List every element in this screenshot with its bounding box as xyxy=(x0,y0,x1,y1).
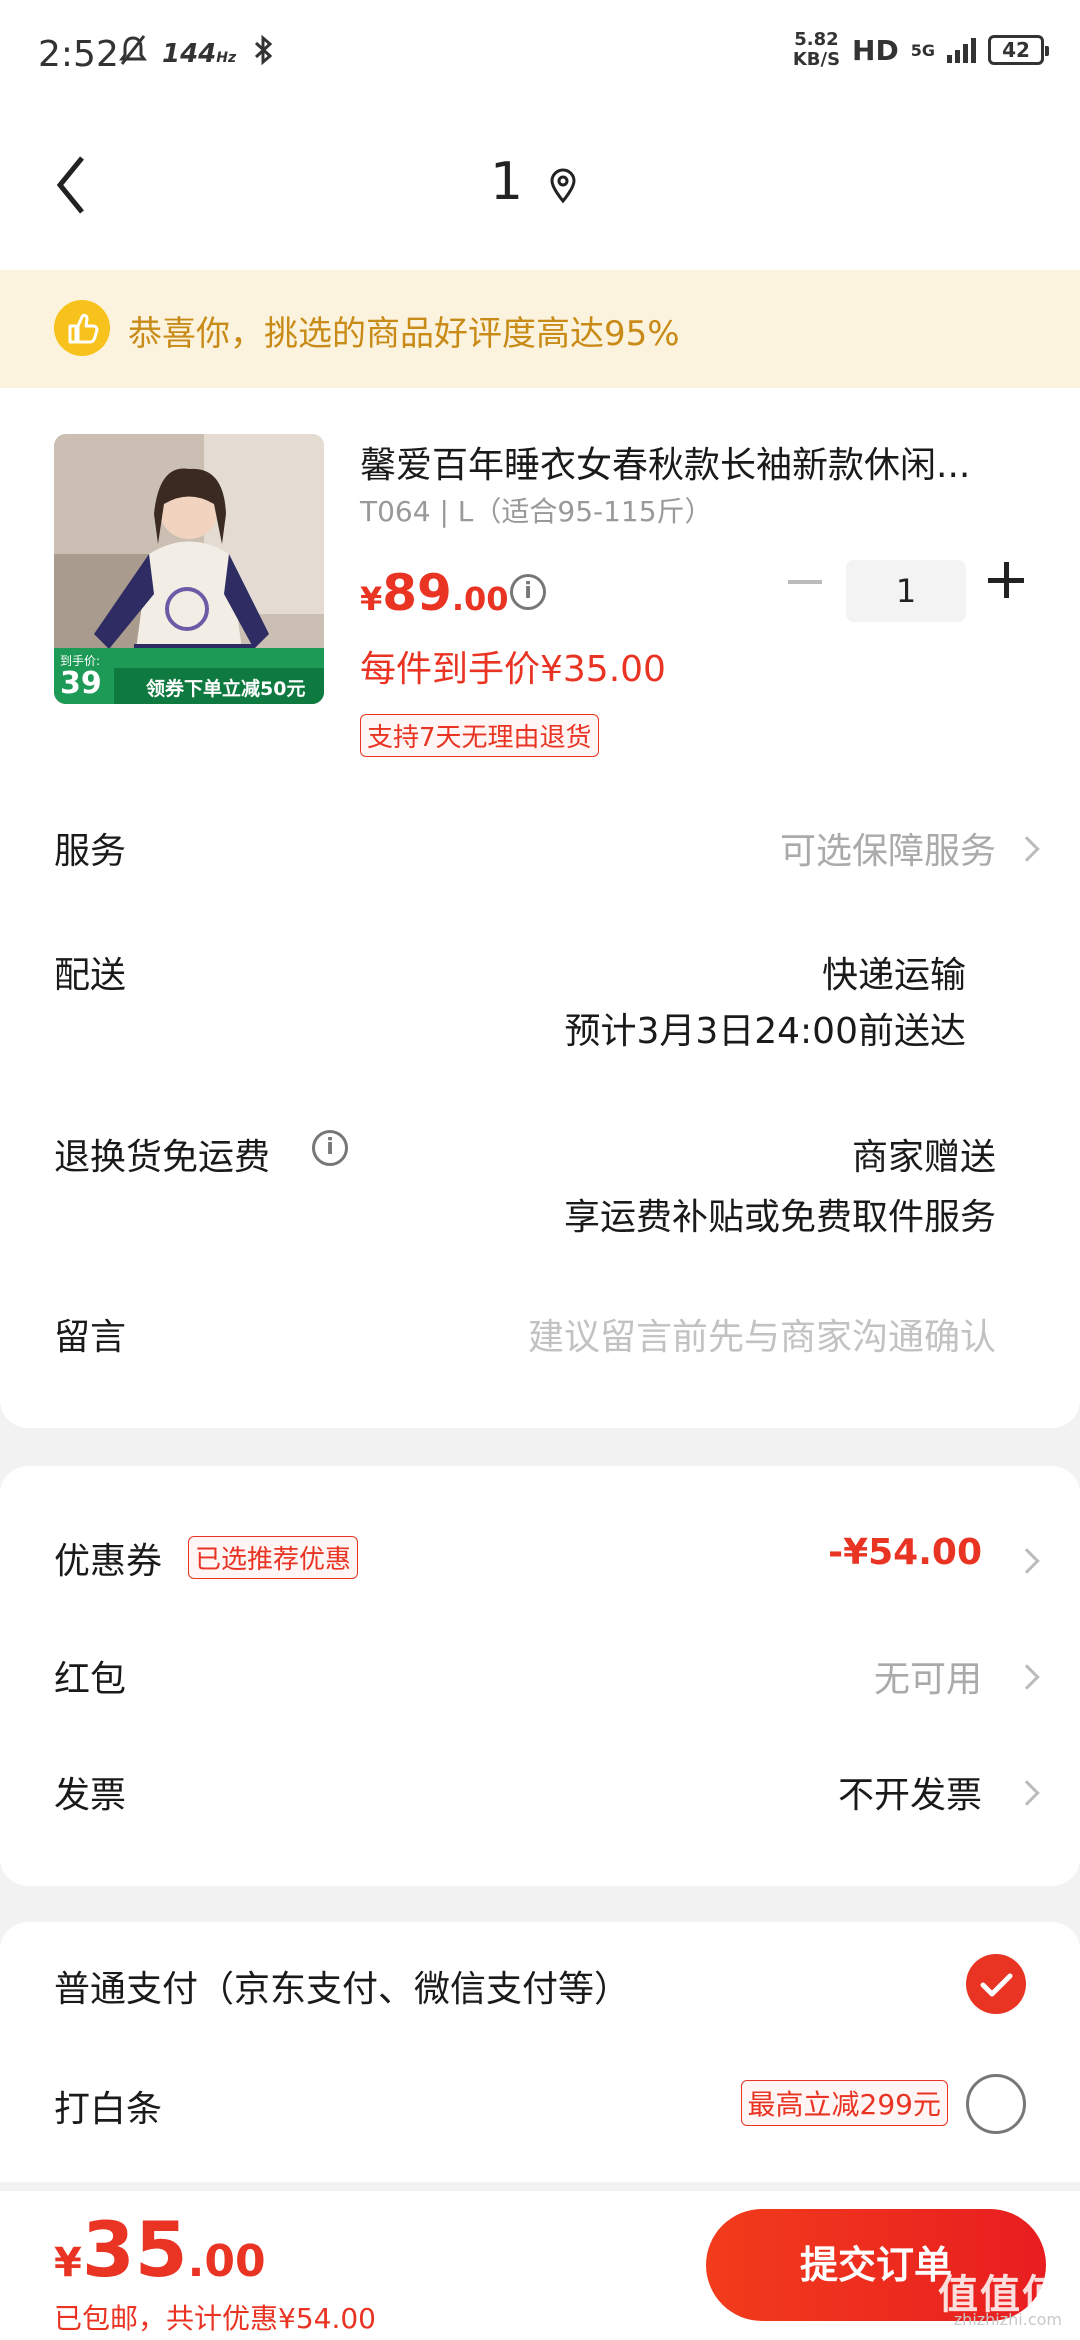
return-policy-badge: 支持7天无理由退货 xyxy=(360,714,599,757)
quantity-decrement-button[interactable] xyxy=(788,580,822,584)
thumbs-up-icon xyxy=(54,300,110,356)
coupon-value: -¥54.00 xyxy=(828,1532,982,1573)
delivery-eta: 预计3月3日24:00前送达 xyxy=(564,1011,966,1052)
coupon-recommend-badge: 已选推荐优惠 xyxy=(188,1536,359,1579)
discount-summary: 已包邮，共计优惠¥54.00 xyxy=(54,2302,376,2335)
signal-icon xyxy=(947,37,976,63)
quantity-increment-button[interactable] xyxy=(988,562,1024,598)
quantity-input[interactable]: 1 xyxy=(846,560,966,622)
status-icons-left: 144Hz xyxy=(118,34,276,74)
rating-banner: 恭喜你，挑选的商品好评度高达95% xyxy=(0,270,1080,388)
hd-indicator: HD xyxy=(852,33,899,67)
invoice-value: 不开发票 xyxy=(837,1775,982,1816)
message-label: 留言 xyxy=(54,1317,127,1358)
network-speed: 5.82 KB/S xyxy=(792,29,841,70)
normal-pay-label: 普通支付（京东支付、微信支付等） xyxy=(54,1969,631,2010)
message-input[interactable]: 建议留言前先与商家沟通确认 xyxy=(528,1308,996,1360)
delivery-label: 配送 xyxy=(54,955,127,996)
chevron-right-icon xyxy=(1014,1548,1040,1574)
red-packet-label: 红包 xyxy=(54,1659,127,1700)
image-badge-promo: 领券下单立减50元 xyxy=(146,678,306,700)
total-price: ¥35.00 xyxy=(54,2205,266,2294)
baitiao-promo-badge: 最高立减299元 xyxy=(740,2080,948,2126)
back-button[interactable] xyxy=(52,150,112,230)
return-shipping-value: 商家赠送 xyxy=(851,1137,996,1178)
order-item-card: 到手价: 39 领券下单立减50元 馨爱百年睡衣女春秋款长袖新款休闲... T0… xyxy=(0,388,1080,1428)
refresh-rate: 144Hz xyxy=(162,39,237,69)
product-price: ¥89.00 xyxy=(360,564,509,622)
address-title[interactable]: 1 xyxy=(490,152,523,212)
return-shipping-label: 退换货免运费 xyxy=(54,1137,271,1178)
service-value: 可选保障服务 xyxy=(779,831,996,872)
network-type: 5G xyxy=(910,40,935,60)
product-image[interactable]: 到手价: 39 领券下单立减50元 xyxy=(54,434,324,704)
status-time: 2:52 xyxy=(38,34,119,75)
banner-text: 恭喜你，挑选的商品好评度高达95% xyxy=(128,314,680,354)
return-shipping-desc: 享运费补贴或免费取件服务 xyxy=(563,1197,996,1238)
price-info-icon[interactable]: i xyxy=(510,574,546,610)
red-packet-value: 无可用 xyxy=(873,1659,982,1700)
page-header: 1 xyxy=(0,110,1080,270)
coupon-label: 优惠券 xyxy=(54,1541,163,1582)
payment-card: 普通支付（京东支付、微信支付等） 打白条 最高立减299元 xyxy=(0,1922,1080,2182)
return-shipping-info-icon[interactable]: i xyxy=(312,1130,348,1166)
chevron-left-icon xyxy=(56,156,84,214)
product-spec[interactable]: T064 | L（适合95-115斤） xyxy=(360,490,713,530)
status-icons-right: 5.82 KB/S HD 5G 42 xyxy=(792,29,1049,70)
watermark-url: zhizhizhi.com xyxy=(953,2310,1062,2329)
chevron-right-icon xyxy=(1014,836,1040,862)
location-pin-icon[interactable] xyxy=(548,168,578,208)
chevron-right-icon xyxy=(1014,1780,1040,1806)
discount-card: 优惠券 已选推荐优惠 -¥54.00 红包 无可用 发票 不开发票 xyxy=(0,1466,1080,1886)
invoice-label: 发票 xyxy=(54,1775,127,1816)
bluetooth-icon xyxy=(250,34,276,74)
checkout-bar: ¥35.00 已包邮，共计优惠¥54.00 提交订单 xyxy=(0,2190,1080,2340)
product-name[interactable]: 馨爱百年睡衣女春秋款长袖新款休闲... xyxy=(360,436,1020,488)
battery-icon: 42 xyxy=(988,35,1049,65)
chevron-right-icon xyxy=(1014,1664,1040,1690)
radio-unchecked-icon[interactable] xyxy=(966,2074,1026,2134)
image-badge-price: 39 xyxy=(60,666,102,701)
service-label: 服务 xyxy=(54,831,127,872)
delivery-method: 快递运输 xyxy=(821,955,966,996)
baitiao-label: 打白条 xyxy=(54,2089,163,2130)
mute-bell-icon xyxy=(118,34,148,74)
status-bar: 2:52 144Hz 5.82 KB/S HD 5G 42 xyxy=(0,0,1080,110)
checkmark-icon[interactable] xyxy=(966,1954,1026,2014)
per-item-price: 每件到手价¥35.00 xyxy=(360,649,666,690)
